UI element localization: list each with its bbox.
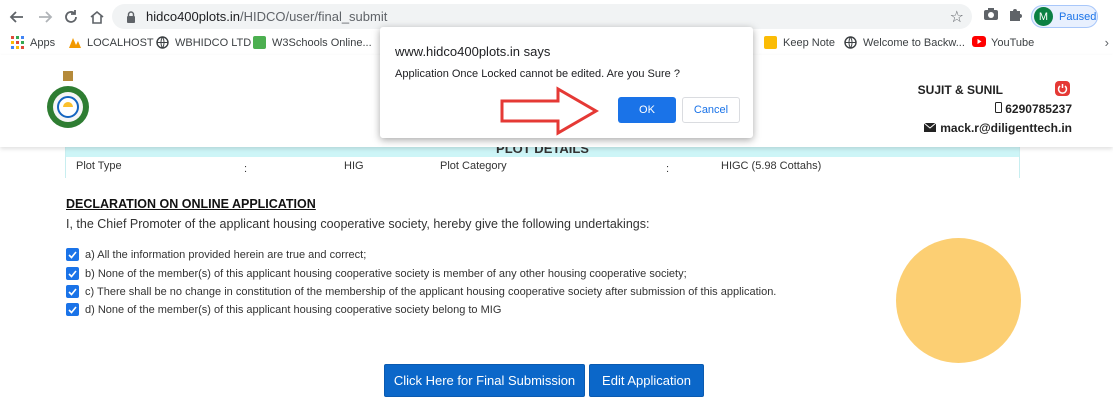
bookmark-wbhidco[interactable]: WBHIDCO LTD	[156, 36, 251, 49]
declaration-text: b) None of the member(s) of this applica…	[85, 267, 687, 280]
checkbox-checked[interactable]	[66, 248, 79, 261]
bookmark-localhost[interactable]: LOCALHOST	[68, 36, 154, 49]
user-name: SUJIT & SUNIL	[917, 83, 1003, 97]
phone-number: 6290785237	[1005, 102, 1072, 116]
address-bar[interactable]: hidco400plots.in/HIDCO/user/final_submit…	[112, 4, 972, 29]
bookmark-label: Keep Note	[783, 36, 835, 49]
profile-button[interactable]: M Paused	[1031, 5, 1098, 28]
checkbox-checked[interactable]	[66, 267, 79, 280]
dialog-ok-button[interactable]: OK	[618, 97, 676, 123]
camera-icon[interactable]	[983, 7, 999, 26]
bookmark-welcome[interactable]: Welcome to Backw...	[844, 36, 965, 49]
phone-contact: 6290785237	[995, 102, 1072, 116]
declaration-text: d) None of the member(s) of this applica…	[85, 303, 502, 316]
declaration-title: DECLARATION ON ONLINE APPLICATION	[66, 197, 316, 211]
red-arrow-annotation	[500, 86, 599, 136]
final-submission-button[interactable]: Click Here for Final Submission	[384, 364, 585, 397]
mobile-phone-icon	[995, 102, 1003, 116]
plot-category-value: HIGC (5.98 Cottahs)	[721, 160, 822, 172]
declaration-intro: I, the Chief Promoter of the applicant h…	[66, 217, 650, 231]
email-contact: mack.r@diligenttech.in	[923, 121, 1072, 135]
separator: :	[666, 163, 670, 175]
declaration-text: a) All the information provided herein a…	[85, 248, 367, 261]
youtube-icon	[972, 36, 986, 49]
forward-icon[interactable]	[34, 6, 56, 28]
apps-grid-icon	[11, 36, 24, 49]
declaration-item: a) All the information provided herein a…	[66, 248, 366, 261]
declaration-item: b) None of the member(s) of this applica…	[66, 267, 687, 280]
home-icon[interactable]	[86, 6, 108, 28]
dialog-message: Application Once Locked cannot be edited…	[395, 68, 680, 80]
w3schools-icon	[253, 36, 266, 49]
chevron-right-icon[interactable]: ›	[1105, 35, 1109, 50]
url-path: /HIDCO/user/final_submit	[239, 9, 388, 24]
back-icon[interactable]	[6, 6, 28, 28]
state-emblem-logo	[44, 71, 92, 131]
bookmark-w3schools[interactable]: W3Schools Online...	[253, 36, 372, 49]
localhost-icon	[68, 36, 81, 49]
bookmark-keep-note[interactable]: Keep Note	[764, 36, 835, 49]
bookmark-label: Welcome to Backw...	[863, 36, 965, 49]
bookmark-youtube[interactable]: YouTube	[972, 36, 1034, 49]
envelope-icon	[923, 121, 937, 135]
declaration-item: d) None of the member(s) of this applica…	[66, 303, 501, 316]
dialog-title: www.hidco400plots.in says	[395, 44, 551, 59]
declaration-text: c) There shall be no change in constitut…	[85, 285, 777, 298]
bookmark-label: LOCALHOST	[87, 36, 154, 49]
bookmark-label: YouTube	[991, 36, 1035, 49]
reload-icon[interactable]	[60, 6, 82, 28]
plot-type-value: HIG	[344, 160, 364, 172]
globe-icon	[844, 36, 857, 49]
avatar: M	[1034, 7, 1053, 26]
plot-type-label: Plot Type	[76, 160, 122, 172]
bookmark-label: Apps	[30, 36, 56, 49]
plot-category-label: Plot Category	[440, 160, 507, 172]
lock-icon	[126, 10, 136, 28]
url-host: hidco400plots.in	[146, 9, 240, 24]
power-icon[interactable]	[1055, 81, 1070, 96]
declaration-item: c) There shall be no change in constitut…	[66, 285, 776, 298]
bookmark-apps[interactable]: Apps	[11, 36, 55, 49]
decorative-circle	[896, 238, 1021, 363]
dialog-cancel-button[interactable]: Cancel	[682, 97, 740, 123]
bookmark-star-icon[interactable]: ☆	[950, 7, 964, 27]
bookmark-label: W3Schools Online...	[272, 36, 372, 49]
table-row: Plot Type : HIG Plot Category : HIGC (5.…	[66, 157, 1019, 179]
profile-status: Paused	[1059, 10, 1097, 23]
checkbox-checked[interactable]	[66, 303, 79, 316]
extensions-puzzle-icon[interactable]	[1008, 7, 1023, 27]
url-text: hidco400plots.in/HIDCO/user/final_submit	[146, 9, 387, 24]
separator: :	[244, 163, 248, 175]
bookmark-label: WBHIDCO LTD	[175, 36, 252, 49]
edit-application-button[interactable]: Edit Application	[589, 364, 704, 397]
checkbox-checked[interactable]	[66, 285, 79, 298]
globe-icon	[156, 36, 169, 49]
keep-note-icon	[764, 36, 777, 49]
email-address: mack.r@diligenttech.in	[940, 121, 1072, 135]
